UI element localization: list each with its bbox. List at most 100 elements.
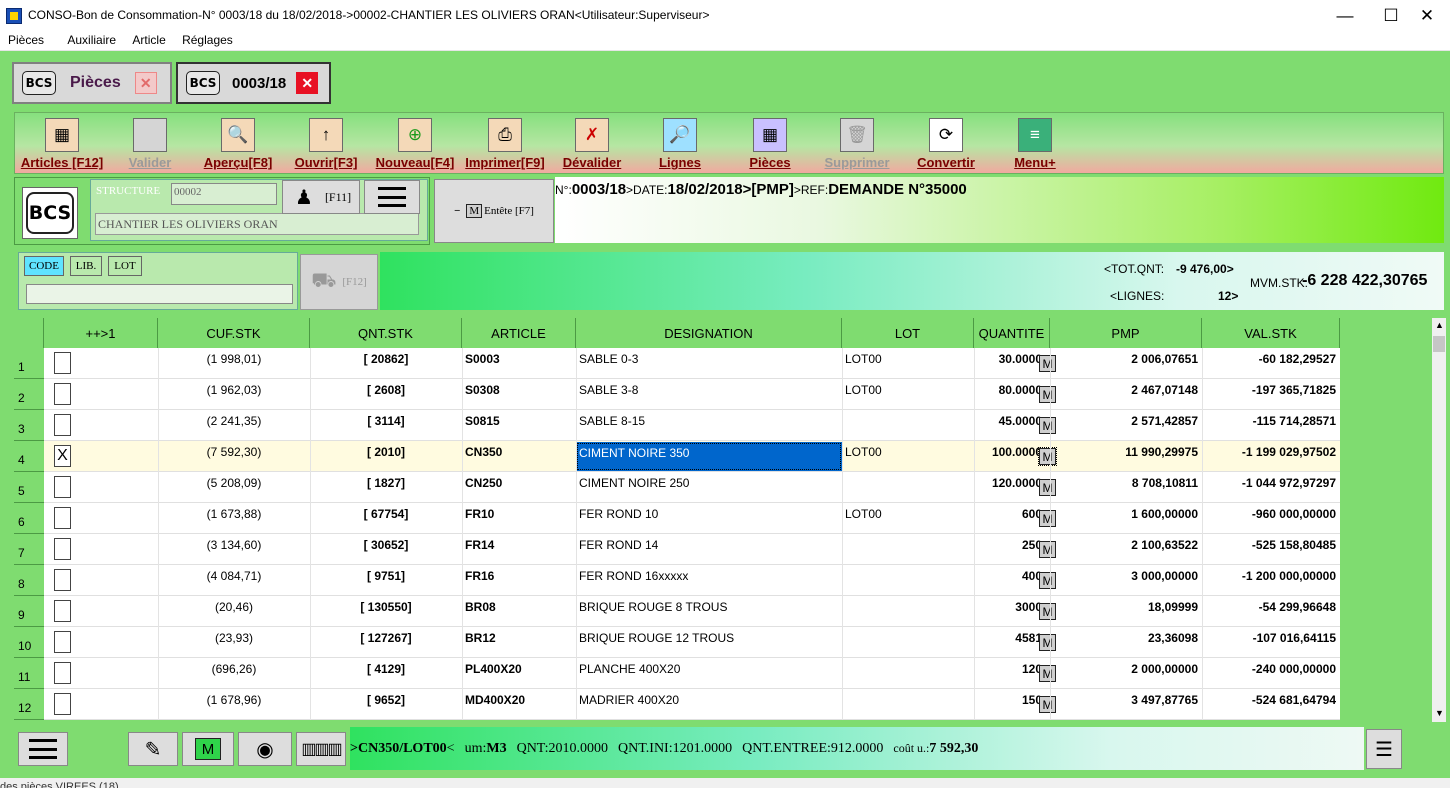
cell-designation[interactable]: SABLE 0-3 [576,348,842,379]
apercu-button[interactable]: 🔍 Aperçu[F8] [198,113,278,175]
vertical-scrollbar[interactable]: ▲ ▼ [1432,318,1446,722]
table-row[interactable]: 1 (1 998,01)[ 20862] S0003 SABLE 0-3 LOT00 30… [14,348,1340,379]
cell-cuf[interactable]: (3 134,60) [158,534,310,565]
cell-val[interactable]: -960 000,00000 [1202,503,1340,534]
cell-pmp[interactable]: 2 100,63522 [1050,534,1202,565]
m-icon[interactable]: M [1039,417,1056,434]
row-checkbox[interactable] [54,693,71,715]
cell-article[interactable]: CN250 [462,472,576,503]
cell-designation[interactable]: CIMENT NOIRE 350 [576,442,842,471]
search-input[interactable] [26,284,293,304]
cell-val[interactable]: -60 182,29527 [1202,348,1340,379]
cell-pmp[interactable]: 3 497,87765 [1050,689,1202,720]
table-row[interactable]: 6 (1 673,88)[ 67754] FR10 FER ROND 10 LOT00 6… [14,503,1340,534]
imprimer-button[interactable]: ⎙ Imprimer[F9] [463,113,547,175]
col-cuf-stk-header[interactable]: CUF.STK [158,318,310,348]
cell-cuf[interactable]: (2 241,35) [158,410,310,441]
row-checkbox[interactable] [54,569,71,591]
cell-val[interactable]: -1 200 000,00000 [1202,565,1340,596]
cell-lot[interactable]: LOT00 [842,348,974,379]
table-row[interactable]: 5 (5 208,09)[ 1827] CN250 CIMENT NOIRE 250 1… [14,472,1340,503]
cell-lot[interactable] [842,472,974,503]
cell-pmp[interactable]: 11 990,29975 [1050,441,1202,472]
cell-designation[interactable]: SABLE 3-8 [576,379,842,410]
entete-button[interactable]: − M Entête [F7] [434,179,554,243]
cell-designation[interactable]: FER ROND 10 [576,503,842,534]
col-lot-header[interactable]: LOT [842,318,974,348]
search-tab-lib[interactable]: LIB. [70,256,102,276]
structure-menu-button[interactable] [364,180,420,214]
cell-val[interactable]: -1 044 972,97297 [1202,472,1340,503]
menu-plus-button[interactable]: ≡ Menu+ [1003,113,1067,175]
cell-quantite[interactable]: 30.0000 [974,348,1046,379]
table-row[interactable]: 11 (696,26)[ 4129] PL400X20 PLANCHE 400X20 1… [14,658,1340,689]
table-row[interactable]: 2 (1 962,03)[ 2608] S0308 SABLE 3-8 LOT00 80.… [14,379,1340,410]
cell-quantite[interactable]: 400 [974,565,1046,596]
cell-lot[interactable] [842,565,974,596]
table-row[interactable]: 12 (1 678,96)[ 9652] MD400X20 MADRIER 400X2… [14,689,1340,720]
table-row[interactable]: 7 (3 134,60)[ 30652] FR14 FER ROND 14 250 2 1… [14,534,1340,565]
cell-designation[interactable]: CIMENT NOIRE 250 [576,472,842,503]
cell-qnt[interactable]: [ 9652] [310,689,462,720]
cell-val[interactable]: -54 299,96648 [1202,596,1340,627]
cell-lot[interactable] [842,658,974,689]
cell-pmp[interactable]: 8 708,10811 [1050,472,1202,503]
cell-cuf[interactable]: (4 084,71) [158,565,310,596]
view-button[interactable]: ◉ [238,732,292,766]
cell-cuf[interactable]: (20,46) [158,596,310,627]
row-checkbox[interactable] [54,631,71,653]
menu-auxiliaire[interactable]: Auxiliaire [67,31,116,47]
m-icon[interactable]: M [1039,541,1056,558]
cell-lot[interactable] [842,689,974,720]
cell-quantite[interactable]: 150 [974,689,1046,720]
cell-val[interactable]: -107 016,64115 [1202,627,1340,658]
scroll-thumb[interactable] [1433,336,1445,352]
m-icon[interactable]: M [1038,447,1057,466]
scroll-up-icon[interactable]: ▲ [1435,320,1444,330]
cell-qnt[interactable]: [ 1827] [310,472,462,503]
cell-lot[interactable] [842,410,974,441]
convertir-button[interactable]: ⟳ Convertir [913,113,979,175]
cell-designation[interactable]: SABLE 8-15 [576,410,842,441]
row-checkbox[interactable] [54,662,71,684]
m-icon[interactable]: M [1039,603,1056,620]
cell-designation[interactable]: FER ROND 14 [576,534,842,565]
devalider-button[interactable]: ✗ Dévalider [559,113,625,175]
cell-val[interactable]: -197 365,71825 [1202,379,1340,410]
cell-pmp[interactable]: 3 000,00000 [1050,565,1202,596]
cell-article[interactable]: FR16 [462,565,576,596]
minimize-button[interactable]: — [1322,0,1368,31]
cell-qnt[interactable]: [ 2608] [310,379,462,410]
cell-lot[interactable]: LOT00 [842,503,974,534]
edit-button[interactable]: ✎ [128,732,178,766]
table-row[interactable]: 3 (2 241,35)[ 3114] S0815 SABLE 8-15 45.0000… [14,410,1340,441]
cell-cuf[interactable]: (1 673,88) [158,503,310,534]
pieces-button[interactable]: ▦ Pièces [737,113,803,175]
cell-quantite[interactable]: 600 [974,503,1046,534]
cell-val[interactable]: -525 158,80485 [1202,534,1340,565]
valider-button[interactable]: Valider [115,113,185,175]
cell-pmp[interactable]: 18,09999 [1050,596,1202,627]
cell-designation[interactable]: MADRIER 400X20 [576,689,842,720]
cell-cuf[interactable]: (1 998,01) [158,348,310,379]
cell-designation[interactable]: PLANCHE 400X20 [576,658,842,689]
cell-qnt[interactable]: [ 130550] [310,596,462,627]
cell-qnt[interactable]: [ 4129] [310,658,462,689]
row-checkbox[interactable] [54,507,71,529]
col-designation-header[interactable]: DESIGNATION [576,318,842,348]
structure-name-field[interactable]: CHANTIER LES OLIVIERS ORAN [95,213,419,235]
cell-pmp[interactable]: 1 600,00000 [1050,503,1202,534]
cell-qnt[interactable]: [ 127267] [310,627,462,658]
cell-cuf[interactable]: (1 678,96) [158,689,310,720]
cell-article[interactable]: S0003 [462,348,576,379]
cell-article[interactable]: MD400X20 [462,689,576,720]
menu-article[interactable]: Article [132,31,165,47]
cell-lot[interactable]: LOT00 [842,441,974,472]
ouvrir-button[interactable]: ↑ Ouvrir[F3] [291,113,361,175]
cell-article[interactable]: BR12 [462,627,576,658]
cell-article[interactable]: BR08 [462,596,576,627]
scroll-down-icon[interactable]: ▼ [1435,708,1444,718]
m-icon[interactable]: M [1039,510,1056,527]
m-icon[interactable]: M [1039,572,1056,589]
m-icon[interactable]: M [1039,696,1056,713]
